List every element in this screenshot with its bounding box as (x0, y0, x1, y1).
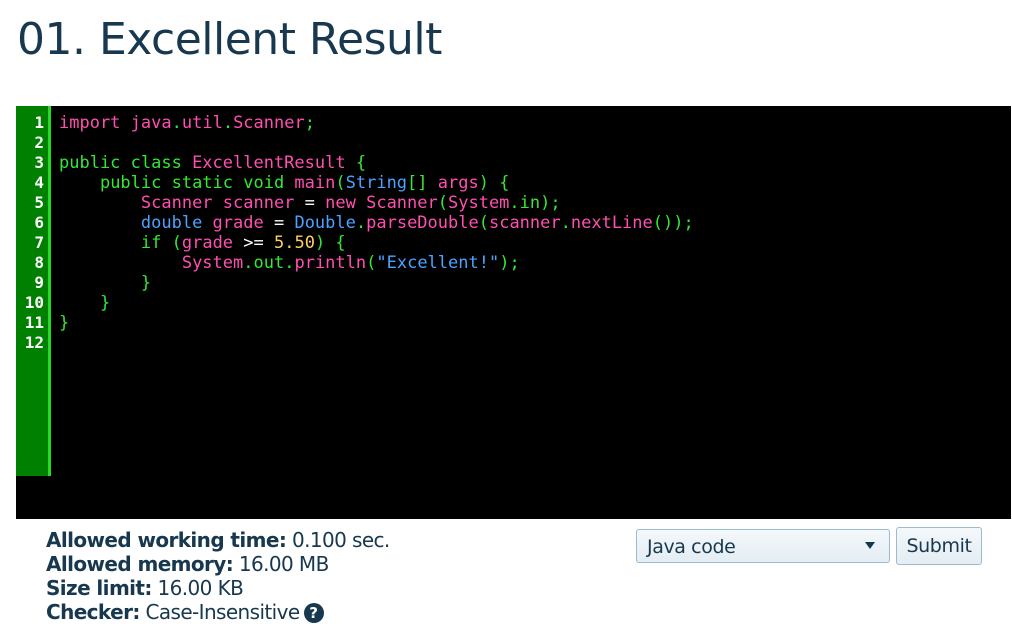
line-number: 2 (34, 133, 44, 152)
code-token: . (171, 113, 182, 133)
submit-button[interactable]: Submit (896, 527, 982, 565)
code-editor[interactable]: 1 2 3 4 5 6 7 8 9 10 11 12 import java.util.Scanner… (16, 106, 1011, 519)
code-token: Scanner scanner (140, 193, 305, 213)
code-token: Double (294, 213, 356, 233)
code-line: public static void main(String[] args) { (59, 173, 1011, 193)
code-token: scanner (488, 213, 561, 233)
code-token: ) { (314, 233, 346, 253)
code-line: if (grade >= 5.50) { (59, 233, 1011, 253)
code-area[interactable]: import java.util.Scanner; public class E… (59, 113, 1011, 353)
code-token: ExcellentResult (192, 153, 356, 173)
line-number: 10 (24, 293, 44, 312)
code-token: { (355, 153, 367, 173)
checker-info: Checker: Case-Insensitive? (46, 600, 390, 624)
code-token: util (181, 113, 223, 133)
code-token: . (284, 253, 295, 273)
code-token: Scanner (233, 113, 305, 133)
code-token: } (140, 273, 152, 293)
code-token: . (243, 253, 254, 273)
line-number: 4 (34, 173, 44, 192)
page-title: 01. Excellent Result (17, 14, 442, 65)
code-token: ()); (652, 213, 694, 233)
code-token: } (59, 313, 70, 333)
code-token: 5.50 (274, 233, 315, 253)
memory-limit: Allowed memory: 16.00 MB (46, 552, 329, 576)
code-token: parseDouble (366, 213, 479, 233)
line-number: 6 (34, 213, 44, 232)
line-number: 5 (34, 193, 44, 212)
language-select-value: Java code (647, 536, 736, 558)
help-icon[interactable]: ? (303, 603, 324, 623)
code-token: String (345, 173, 408, 193)
code-token: nextLine (570, 213, 653, 233)
code-token: . (355, 213, 367, 233)
code-token: in (519, 193, 541, 213)
code-token: main (294, 173, 336, 193)
language-select[interactable]: Java code (636, 529, 890, 563)
code-token: ); (540, 193, 561, 213)
line-number: 7 (34, 233, 44, 252)
code-token: ; (304, 113, 315, 133)
code-token: ( (478, 213, 489, 233)
code-token: grade (212, 213, 274, 233)
dropdown-arrow-icon (865, 542, 875, 549)
line-number: 3 (34, 153, 44, 172)
code-token: java (130, 113, 172, 133)
limits-info: Allowed working time: 0.100 sec. Allowed… (46, 528, 390, 624)
line-number: 9 (34, 273, 44, 292)
code-token: ( (171, 233, 182, 253)
code-line: } (59, 273, 1011, 293)
code-line: import java.util.Scanner; (59, 113, 1011, 133)
code-token: ( (335, 173, 346, 193)
code-token: . (222, 113, 234, 133)
code-token: if (140, 233, 172, 253)
line-number: 8 (34, 253, 44, 272)
line-number: 11 (24, 313, 44, 332)
line-number: 12 (24, 333, 44, 352)
size-limit: Size limit: 16.00 KB (46, 576, 244, 600)
code-token: "Excellent!" (376, 253, 500, 273)
code-token: } (99, 293, 111, 313)
code-line: public class ExcellentResult { (59, 153, 1011, 173)
code-token: System (181, 253, 244, 273)
code-token: out (253, 253, 285, 273)
line-number: 1 (34, 113, 44, 132)
code-token: Scanner (366, 193, 438, 213)
code-token: new (325, 193, 367, 213)
code-token: [] (407, 173, 438, 193)
code-token: ( (437, 193, 448, 213)
code-line: Scanner scanner = new Scanner(System.in)… (59, 193, 1011, 213)
code-token: public class (59, 153, 193, 173)
code-token: System (448, 193, 510, 213)
code-token: . (560, 213, 571, 233)
code-token: grade (181, 233, 244, 253)
code-token: ); (499, 253, 520, 273)
code-token: = (304, 193, 326, 213)
code-line: System.out.println("Excellent!"); (59, 253, 1011, 273)
code-token: args (437, 173, 479, 193)
line-number-gutter: 1 2 3 4 5 6 7 8 9 10 11 12 (16, 106, 51, 476)
time-limit: Allowed working time: 0.100 sec. (46, 528, 390, 552)
code-line: } (59, 313, 1011, 333)
code-token: . (509, 193, 520, 213)
code-token: ) { (478, 173, 510, 193)
code-token: ( (366, 253, 377, 273)
code-line: double grade = Double.parseDouble(scanne… (59, 213, 1011, 233)
code-line: } (59, 293, 1011, 313)
code-token: println (294, 253, 367, 273)
code-token: public static void (99, 173, 295, 193)
code-token: >= (243, 233, 274, 253)
code-token: import (59, 113, 131, 133)
code-token: = (273, 213, 295, 233)
code-token: double (140, 213, 213, 233)
